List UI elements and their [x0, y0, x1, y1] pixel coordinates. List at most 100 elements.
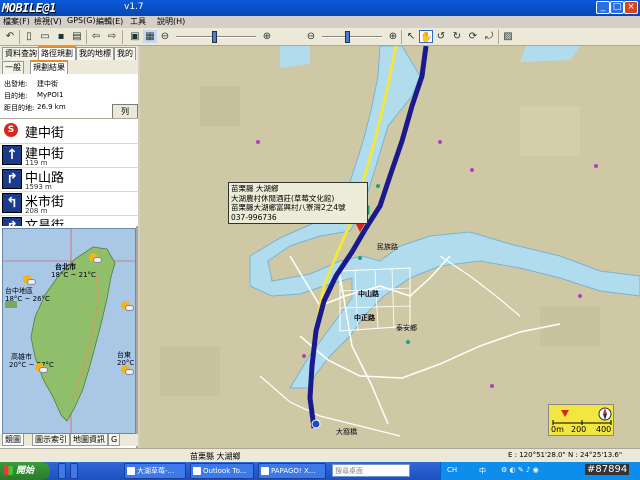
scale-bar: 0m 200 400 [548, 404, 614, 436]
tab-search[interactable]: 資料查詢 [2, 47, 40, 60]
prev-icon[interactable]: ⇦ [89, 30, 103, 43]
task-label: Outlook To... [203, 467, 247, 475]
map-icon[interactable]: ▨ [501, 30, 515, 43]
poi-region: 苗栗縣 大湖鄉 [231, 184, 279, 193]
zoom-in-icon-2[interactable]: ⊕ [386, 30, 400, 43]
minimize-button[interactable]: _ [596, 1, 610, 14]
scale-slider-track[interactable] [322, 36, 382, 38]
map-label-taian: 泰安鄉 [396, 324, 417, 332]
tab-gps[interactable]: G [108, 434, 121, 446]
toolbar-separator [498, 30, 499, 44]
redo-icon[interactable]: ⤾ [482, 30, 496, 43]
task-label: 大湖草莓-... [137, 467, 175, 475]
rotate-right-icon[interactable]: ↻ [450, 30, 464, 43]
layer-icon[interactable]: ▣ [128, 30, 142, 43]
system-tray: CH 中 ⚙ ◐ ✎ ♪ ◉ #87894 [440, 462, 640, 480]
left-panel: 資料查詢 路徑規劃 我的地標 我的 一般 規劃結果 出發地: 建中街 目的地: … [0, 46, 138, 462]
print-icon[interactable]: ▤ [70, 30, 84, 43]
menu-view[interactable]: 檢視(V) [34, 16, 62, 27]
list-item[interactable]: S 建中街 [0, 119, 138, 144]
menu-file[interactable]: 檔案(F) [3, 16, 30, 27]
toolbar: ↶ ▯ ▭ ▪ ▤ ⇦ ⇨ ▣ ▦ ⊖ ⊕ ⊖ ⊕ ↖ ✋ ↺ ↻ ⟳ ⤾ ▨ [0, 28, 640, 46]
close-button[interactable]: × [624, 1, 638, 14]
start-value: 建中街 [37, 80, 58, 88]
sub-tabs: 一般 規劃結果 [0, 60, 138, 74]
sun-cloud-icon [35, 363, 48, 374]
menu-edit[interactable]: 編輯(E) [96, 16, 123, 27]
menu-help[interactable]: 說明(H) [157, 16, 185, 27]
back-icon[interactable]: ↶ [3, 30, 17, 43]
tab-my-landmarks[interactable]: 我的地標 [76, 47, 114, 60]
next-icon[interactable]: ⇨ [105, 30, 119, 43]
list-button[interactable]: 列 [112, 104, 138, 119]
route-step-distance: 119 m [25, 159, 48, 167]
tab-icon-index[interactable]: 圖示索引 [32, 434, 70, 446]
route-step-name: 建中街 [25, 126, 65, 141]
window-title: v1.7 [124, 2, 144, 12]
task-strawberry[interactable]: 大湖草莓-... [124, 463, 186, 479]
start-label: 開始 [16, 466, 35, 476]
list-item[interactable]: ↑ 建中街 119 m [0, 143, 138, 168]
tab-route-planning[interactable]: 路徑規劃 [38, 46, 76, 60]
menu-gps[interactable]: GPS(G) [67, 16, 96, 25]
task-papago[interactable]: PAPAGO! X... [258, 463, 326, 479]
maximize-button[interactable]: □ [610, 1, 624, 14]
new-icon[interactable]: ▯ [22, 30, 36, 43]
quick-launch-ie-icon[interactable] [58, 463, 66, 479]
save-icon[interactable]: ▪ [54, 30, 68, 43]
zoom-out-icon[interactable]: ⊖ [158, 30, 172, 43]
distance-label: 距目的地: [4, 104, 35, 112]
weather-map[interactable]: 台北市 18°C ~ 21°C 台中地區 18°C ~ 26°C 高雄市 20°… [2, 228, 136, 434]
pointer-icon[interactable]: ↖ [404, 30, 418, 43]
clock: #87894 [585, 464, 630, 475]
overview-icon[interactable]: ▦ [143, 30, 157, 43]
tab-eagle-eye[interactable]: 鏡圖 [2, 434, 24, 446]
papago-icon [261, 467, 269, 475]
menu-tools[interactable]: 工具 [130, 16, 146, 27]
taiwan-map [3, 229, 135, 433]
quick-launch-desktop-icon[interactable] [70, 463, 78, 479]
zoom-in-icon[interactable]: ⊕ [260, 30, 274, 43]
zoom-out-icon-2[interactable]: ⊖ [304, 30, 318, 43]
sun-cloud-icon [23, 275, 36, 286]
desktop-search-input[interactable]: 搜尋桌面 [332, 464, 410, 477]
list-item[interactable]: ↱ 文昌街 [0, 215, 138, 226]
poi-phone: 037-996736 [231, 212, 277, 222]
windows-logo-icon [4, 466, 13, 475]
poi-name: 大湖農村休閒酒莊(草莓文化館) [231, 193, 335, 203]
route-step-distance: 1593 m [25, 183, 52, 191]
open-icon[interactable]: ▭ [38, 30, 52, 43]
taitung-label: 台東 [117, 351, 131, 359]
route-step-distance: 208 m [25, 207, 48, 215]
straight-arrow-icon: ↑ [2, 145, 22, 165]
sun-cloud-icon [121, 301, 134, 312]
rotate-left-icon[interactable]: ↺ [434, 30, 448, 43]
tray-ime[interactable]: 中 [479, 466, 486, 476]
tab-general[interactable]: 一般 [2, 61, 24, 74]
sun-cloud-icon [89, 253, 102, 264]
map-label-zhongshan-road: 中山路 [358, 290, 379, 298]
scale-slider-thumb[interactable] [345, 31, 350, 43]
task-outlook[interactable]: Outlook To... [190, 463, 254, 479]
bottom-tabs: 鏡圖 圖示索引 地圖資訊 G [0, 434, 138, 446]
route-step-name: 文昌街 [25, 215, 64, 226]
zoom-slider-thumb[interactable] [212, 31, 217, 43]
poi-info-box[interactable]: 苗栗縣 大湖鄉 大湖農村休閒酒莊(草莓文化館) 苗栗縣大湖鄉富興村八寮灣2之4號… [228, 182, 368, 224]
start-icon: S [2, 121, 22, 141]
list-item[interactable]: ↱ 中山路 1593 m [0, 167, 138, 192]
taskbar: 開始 大湖草莓-... Outlook To... PAPAGO! X... 搜… [0, 462, 640, 480]
tray-icons: ⚙ ◐ ✎ ♪ ◉ [501, 466, 539, 474]
ie-icon [127, 467, 135, 475]
tray-language[interactable]: CH [447, 466, 457, 474]
tab-map-info[interactable]: 地圖資訊 [70, 434, 108, 446]
tab-plan-result[interactable]: 規劃結果 [30, 60, 68, 74]
refresh-icon[interactable]: ⟳ [466, 30, 480, 43]
hand-icon[interactable]: ✋ [419, 30, 433, 43]
map-view[interactable]: 民族路 中山路 中正路 泰安鄉 大窩橋 苗栗縣 大湖鄉 大湖農村休閒酒莊(草莓文… [140, 46, 640, 448]
list-item[interactable]: ↰ 米市街 208 m [0, 191, 138, 216]
tab-my-more[interactable]: 我的 [114, 47, 136, 60]
start-button[interactable]: 開始 [0, 462, 50, 480]
sun-cloud-icon [121, 365, 134, 376]
app-logo: MOBILE@1 [2, 1, 56, 15]
toolbar-separator [19, 30, 20, 44]
